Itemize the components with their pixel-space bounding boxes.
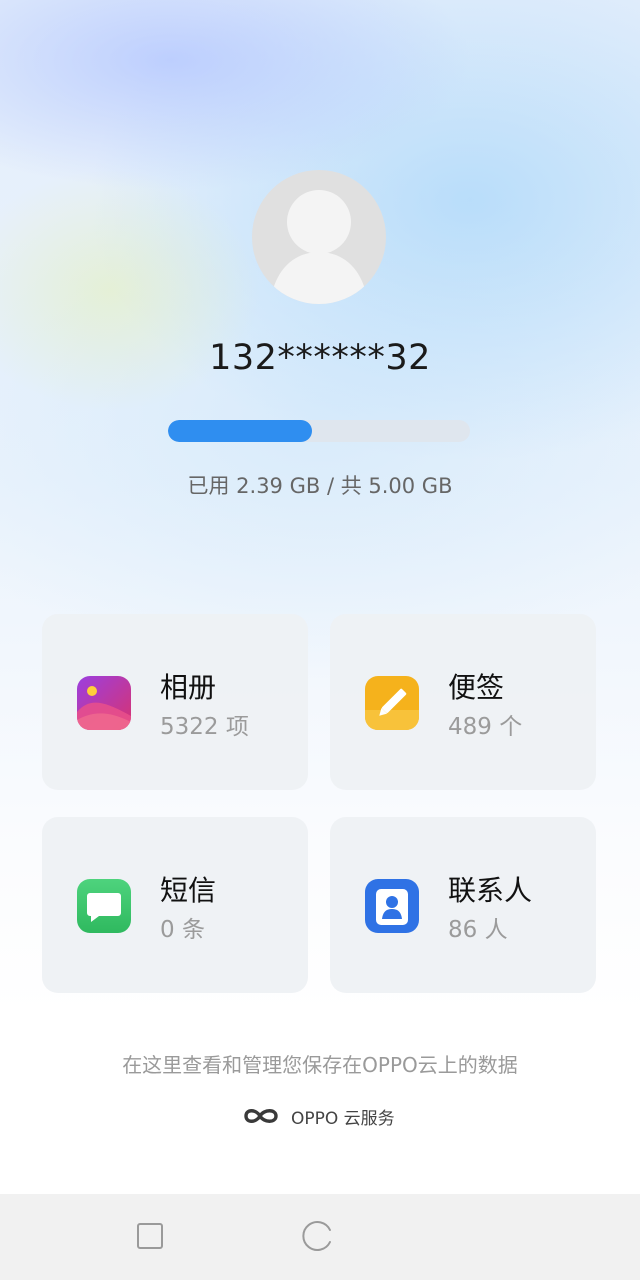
brand: OPPO 云服务 xyxy=(243,1102,395,1130)
gallery-count: 5322 项 xyxy=(160,714,249,740)
messages-title: 短信 xyxy=(160,874,217,907)
cloud-service-logo-icon xyxy=(244,1109,278,1123)
gallery-title: 相册 xyxy=(160,671,217,704)
notes-count: 489 个 xyxy=(448,714,523,740)
recent-apps-button[interactable] xyxy=(130,1216,170,1256)
messages-icon xyxy=(77,879,131,933)
gallery-icon xyxy=(77,676,131,730)
notes-title: 便签 xyxy=(448,671,505,704)
brand-label: OPPO 云服务 xyxy=(291,1108,395,1129)
circle-icon xyxy=(302,1221,331,1251)
gallery-card[interactable]: 相册 5322 项 xyxy=(42,614,308,790)
contacts-icon xyxy=(365,879,419,933)
notes-icon xyxy=(365,676,419,730)
account-number: 132******32 xyxy=(209,338,431,378)
home-button[interactable] xyxy=(297,1216,337,1256)
contacts-title: 联系人 xyxy=(448,874,533,907)
messages-card[interactable]: 短信 0 条 xyxy=(42,817,308,993)
square-icon xyxy=(137,1223,163,1249)
contacts-count: 86 人 xyxy=(448,917,508,943)
avatar[interactable] xyxy=(252,170,386,304)
storage-progress-fill xyxy=(168,420,313,442)
storage-progress-bar xyxy=(168,420,470,442)
storage-usage-text: 已用 2.39 GB / 共 5.00 GB xyxy=(187,474,453,498)
navigation-bar xyxy=(0,1194,640,1280)
messages-count: 0 条 xyxy=(160,917,205,943)
person-icon xyxy=(270,190,368,304)
footer-description: 在这里查看和管理您保存在OPPO云上的数据 xyxy=(122,1053,518,1077)
notes-card[interactable]: 便签 489 个 xyxy=(330,614,596,790)
contacts-card[interactable]: 联系人 86 人 xyxy=(330,817,596,993)
